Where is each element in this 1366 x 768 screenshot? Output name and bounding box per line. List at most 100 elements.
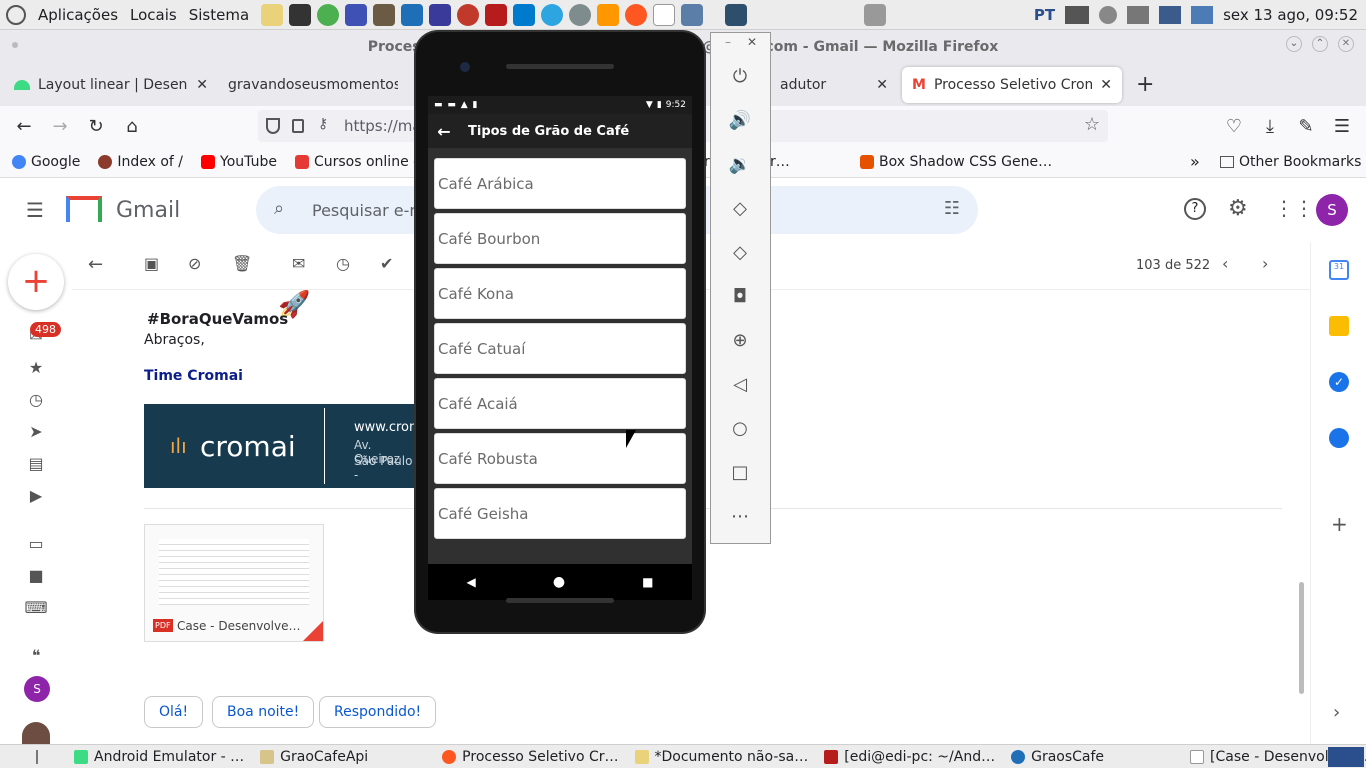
coffee-item[interactable]: Café Catuaí xyxy=(434,323,686,374)
label-icon[interactable]: ▶ xyxy=(24,486,48,510)
emu-back-icon[interactable]: ◁ xyxy=(728,373,752,397)
bookmark-google[interactable]: Google xyxy=(12,154,80,170)
contacts-icon[interactable] xyxy=(1329,428,1349,448)
tab-gravandoseusmomentos[interactable]: gravandoseusmomentos.co xyxy=(218,67,408,103)
power-icon[interactable]: ⏻ xyxy=(728,65,752,89)
text-editor-launcher-icon[interactable] xyxy=(261,3,284,26)
tasks-icon[interactable]: ✓ xyxy=(1329,372,1349,392)
emulator-launcher-icon[interactable] xyxy=(725,3,748,26)
close-window-icon[interactable]: ✕ xyxy=(1338,36,1354,52)
archive-icon[interactable]: ▣ xyxy=(144,254,159,273)
delete-icon[interactable]: 🗑 xyxy=(232,254,252,273)
chevron-more-icon[interactable]: » xyxy=(1190,152,1200,171)
mark-unread-icon[interactable]: ✉ xyxy=(292,254,305,273)
coffee-item[interactable]: Café Acaiá xyxy=(434,378,686,429)
workspace-switcher[interactable] xyxy=(1328,747,1364,767)
file-launcher-icon[interactable] xyxy=(653,3,676,26)
coffee-item[interactable]: Café Arábica xyxy=(434,158,686,209)
close-tab-icon[interactable]: ✕ xyxy=(196,77,208,93)
volume-up-icon[interactable]: 🔊 xyxy=(728,109,752,133)
microphone-icon[interactable] xyxy=(1099,6,1118,24)
new-tab-icon[interactable]: + xyxy=(1136,72,1154,97)
bookmark-star-icon[interactable]: ☆ xyxy=(1084,114,1100,135)
back-to-inbox-icon[interactable]: ← xyxy=(88,254,103,275)
user-photo-avatar[interactable] xyxy=(22,722,50,744)
search-options-icon[interactable]: ☷ xyxy=(944,198,960,219)
task-documento[interactable]: *Documento não-sa… xyxy=(627,745,817,768)
vscode-launcher-icon[interactable] xyxy=(513,3,536,26)
get-addons-icon[interactable]: + xyxy=(1331,512,1348,536)
firefox-launcher-icon[interactable] xyxy=(625,3,648,26)
next-message-icon[interactable]: › xyxy=(1262,254,1268,273)
back-icon[interactable]: ← xyxy=(8,110,40,142)
more-options-icon[interactable]: ⋯ xyxy=(728,505,752,529)
settings-launcher-icon[interactable] xyxy=(457,3,480,26)
task-graoscafe[interactable]: GraosCafe xyxy=(1003,745,1112,768)
coffee-item[interactable]: Café Bourbon xyxy=(434,213,686,264)
snooze-icon[interactable]: ◷ xyxy=(336,254,350,273)
maximize-window-icon[interactable]: ⌃ xyxy=(1312,36,1328,52)
forward-icon[interactable]: → xyxy=(44,110,76,142)
menu-aplicacoes[interactable]: Aplicações xyxy=(38,6,118,24)
task-firefox[interactable]: Processo Seletivo Cr… xyxy=(434,745,626,768)
task-android-emulator[interactable]: Android Emulator - … xyxy=(66,745,252,768)
gmail-logo-icon[interactable] xyxy=(66,196,102,222)
screenshot-camera-icon[interactable]: ◘ xyxy=(728,285,752,309)
terminal-launcher-icon[interactable] xyxy=(485,3,508,26)
starred-icon[interactable]: ★ xyxy=(24,358,48,382)
emu-overview-icon[interactable]: □ xyxy=(728,461,752,485)
tab-tradutor[interactable]: adutor ✕ xyxy=(770,67,898,103)
meet-join-icon[interactable]: ■ xyxy=(24,566,48,590)
menu-locais[interactable]: Locais xyxy=(130,6,177,24)
compose-button[interactable]: + xyxy=(8,254,64,310)
chat-avatar[interactable]: S xyxy=(24,676,50,702)
gmail-logo-text[interactable]: Gmail xyxy=(116,198,180,223)
tab-layout-linear[interactable]: Layout linear | Desenvolv ✕ xyxy=(4,67,218,103)
volume-down-icon[interactable]: 🔉 xyxy=(728,153,752,177)
sublime-launcher-icon[interactable] xyxy=(597,3,620,26)
browser-launcher-icon[interactable] xyxy=(569,3,592,26)
show-desktop-icon[interactable] xyxy=(36,749,38,764)
sent-icon[interactable]: ➤ xyxy=(24,422,48,446)
coffee-item[interactable]: Café Kona xyxy=(434,268,686,319)
bookmark-index[interactable]: Index of / xyxy=(98,154,183,170)
rotate-left-icon[interactable]: ◇ xyxy=(728,197,752,221)
key-icon[interactable]: ⚷ xyxy=(318,116,328,132)
home-icon[interactable]: ⌂ xyxy=(116,110,148,142)
virtualbox-launcher-icon[interactable] xyxy=(401,3,424,26)
database-icon[interactable] xyxy=(864,4,886,26)
network-launcher-icon[interactable] xyxy=(345,3,368,26)
extension-icon[interactable]: ✎ xyxy=(1290,110,1322,142)
os-logo-icon[interactable] xyxy=(6,4,26,25)
network-icon[interactable] xyxy=(1191,6,1214,24)
coffee-item[interactable]: Café Robusta xyxy=(434,433,686,484)
keep-icon[interactable] xyxy=(1329,316,1349,336)
account-avatar[interactable]: S xyxy=(1316,194,1348,226)
reload-icon[interactable]: ↻ xyxy=(80,110,112,142)
prev-message-icon[interactable]: ‹ xyxy=(1222,254,1228,273)
rotate-right-icon[interactable]: ◇ xyxy=(728,241,752,265)
bookmark-youtube[interactable]: YouTube xyxy=(201,154,277,170)
android-back-icon[interactable]: ◀ xyxy=(467,575,476,589)
ide-launcher-icon[interactable] xyxy=(289,3,312,26)
snoozed-icon[interactable]: ◷ xyxy=(24,390,48,414)
telegram-launcher-icon[interactable] xyxy=(541,3,564,26)
emu-minimize-icon[interactable]: – xyxy=(725,35,731,49)
bookmark-other[interactable]: Other Bookmarks xyxy=(1220,154,1361,170)
emu-close-icon[interactable]: ✕ xyxy=(747,35,757,49)
menu-sistema[interactable]: Sistema xyxy=(189,6,249,24)
calendar-icon[interactable]: 31 xyxy=(1329,260,1349,280)
monitor-icon[interactable] xyxy=(1065,6,1090,24)
keyboard-icon[interactable]: ⌨ xyxy=(24,598,48,622)
chrome-launcher-icon[interactable] xyxy=(317,3,340,26)
tab-processo-seletivo[interactable]: M Processo Seletivo Cromai ✕ xyxy=(902,67,1122,103)
info-launcher-icon[interactable] xyxy=(429,3,452,26)
hamburger-icon[interactable]: ☰ xyxy=(26,198,44,222)
pocket-icon[interactable]: ♡ xyxy=(1218,110,1250,142)
meet-new-icon[interactable]: ▭ xyxy=(24,534,48,558)
zoom-icon[interactable]: ⊕ xyxy=(728,329,752,353)
scrollbar[interactable] xyxy=(1299,582,1304,694)
lock-icon[interactable] xyxy=(292,119,304,133)
hangouts-icon[interactable]: ❝ xyxy=(24,646,48,670)
emu-home-icon[interactable]: ○ xyxy=(728,417,752,441)
